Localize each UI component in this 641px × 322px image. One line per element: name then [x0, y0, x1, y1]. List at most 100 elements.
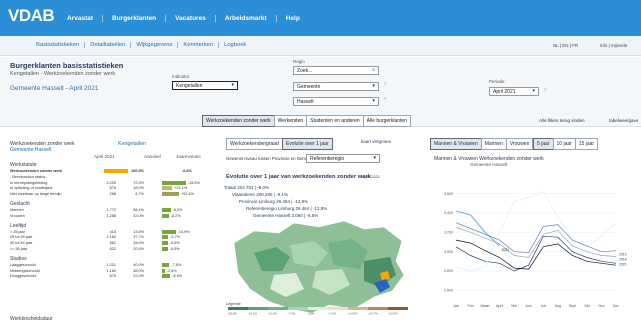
x-tick-label: Juli — [541, 304, 547, 308]
tabelweergave-link[interactable]: tabelweergave — [609, 118, 638, 123]
chevron-down-icon: ▾ — [532, 88, 535, 94]
subnav-detailtabellen[interactable]: Detailtabellen — [85, 42, 132, 48]
x-tick-label: Sept — [569, 304, 576, 308]
group-heading: Werkstatute — [10, 162, 37, 168]
row-value: 1.221 — [106, 262, 116, 267]
group-heading: Werkloosheidsduur — [10, 316, 53, 322]
tab-mannen-vrouwen[interactable]: Mannen & Vrouwen — [430, 138, 482, 150]
row-value: 415 — [109, 229, 116, 234]
regio-search-input[interactable]: Zoek... ⌕ — [293, 66, 379, 75]
subnav-basisstatistieken[interactable]: Basisstatistieken — [31, 42, 86, 48]
tab-5-jaar[interactable]: 5 jaar — [533, 138, 554, 150]
row-value: 1.772 — [106, 208, 116, 212]
chevron-down-icon: ▾ — [372, 83, 375, 89]
table-row[interactable]: Vrouwen 1.288 42,0% -6,2% — [10, 213, 220, 219]
btn-studenten-en-anderen[interactable]: Studenten en anderen — [306, 115, 364, 127]
map-tabs: Werkzoekendengraad Evolutie over 1 jaar — [226, 138, 333, 150]
table-row[interactable]: 40 tot 54 jaar 861 28,0% -5,5% — [10, 241, 220, 246]
row-share: 18,0% — [133, 186, 144, 191]
tab-vrouwen[interactable]: Vrouwen — [505, 138, 534, 150]
regio-name-select[interactable]: Hasselt ▾ — [293, 97, 379, 106]
periode-stepper-icon[interactable]: ⇡ — [543, 88, 547, 94]
period-tabs: 5 jaar 10 jaar 15 jaar — [533, 138, 599, 150]
row-label: < 25 jaar — [10, 229, 25, 234]
legend-label: -15,6% — [268, 312, 277, 316]
row-bar — [162, 247, 168, 251]
nav-item-help[interactable]: Help — [277, 15, 309, 22]
table-row[interactable]: Niet inzetbaar op lange termijn 268 8,7% +5… — [10, 192, 220, 197]
table-row[interactable]: - Beroepsduur status - — [10, 175, 220, 180]
table-row[interactable]: In opleiding of voortraject 576 18,0% +21,1… — [10, 186, 220, 191]
row-bar — [162, 274, 171, 279]
y-tick-label: 3.400 — [444, 211, 453, 215]
row-change: -2,6% — [166, 268, 177, 273]
table-row[interactable]: Mannen 1.772 58,1% -8,3% — [10, 208, 220, 213]
tab-15-jaar[interactable]: 15 jaar — [574, 138, 599, 150]
row-bar — [162, 208, 171, 212]
reset-filters-link[interactable]: Alle filters terug vinden — [539, 118, 585, 123]
regio-name-stepper-icon[interactable]: ⇡ — [383, 97, 387, 103]
table-row[interactable]: Werkzoekenden zonder werk3.060100,0%-6,6… — [10, 169, 220, 174]
kaart-vergroten-link[interactable]: kaart vergroten — [361, 139, 391, 144]
trend-line-chart[interactable]: 2.600 2.800 3.000 3.200 3.400 3.600 Jan Feb Maar… — [430, 178, 641, 320]
info-links[interactable]: info | mijnsele — [600, 43, 627, 48]
row-label: Mannen — [10, 208, 24, 212]
table-kengetallen-label: Kengetallen — [118, 141, 146, 147]
row-label: Vrouwen — [10, 213, 25, 218]
series-label: 2021 — [502, 248, 510, 252]
nav-item-arbeidsmarkt[interactable]: Arbeidsmarkt — [216, 14, 277, 22]
legend-label: +14,0% — [348, 312, 358, 316]
tab-10-jaar[interactable]: 10 jaar — [552, 138, 576, 150]
tab-werkzoekendengraad[interactable]: Werkzoekendengraad — [226, 138, 283, 150]
nav-item-burgerklanten[interactable]: Burgerklanten — [103, 14, 167, 22]
legend-label: 0,0% — [308, 312, 315, 316]
language-switch[interactable]: NL | EN | FR — [553, 43, 578, 48]
subnav-kenmerken[interactable]: Kenmerken — [178, 42, 220, 48]
row-change: -8,3% — [172, 208, 183, 212]
x-tick-label: April — [496, 304, 503, 308]
legend-label: -26,8% — [228, 312, 237, 316]
nav-item-arvastat[interactable]: Arvastat — [58, 14, 104, 22]
row-share: 22,0% — [133, 274, 144, 279]
y-tick-label: 3.000 — [444, 250, 453, 254]
row-label: - Beroepsduur status - — [10, 174, 48, 179]
regio-type-select[interactable]: Gemeente ▾ — [293, 82, 379, 91]
series-end-label: 2019 — [619, 253, 627, 257]
row-bar — [162, 213, 169, 218]
row-share: 28,0% — [133, 241, 144, 246]
table-row[interactable]: 25 tot 39 jaar 1.162 37,7% -5,7% — [10, 235, 220, 240]
table-row[interactable]: < 25 jaar 415 13,6% -14,9% — [10, 229, 220, 235]
row-change: -6,6% — [182, 169, 192, 173]
compare-level-select[interactable]: Referentieregio ▾ — [306, 154, 380, 163]
row-share: 38,0% — [133, 268, 144, 273]
row-change: -5,5% — [169, 241, 180, 246]
regio-type-stepper-icon[interactable]: ⇡ — [383, 82, 387, 88]
table-row[interactable]: Middengeschoold 1.160 38,0% -2,6% — [10, 268, 220, 274]
row-change: +52,4% — [181, 192, 194, 197]
group-heading: Geslacht — [10, 201, 30, 207]
choropleth-map[interactable] — [224, 213, 412, 319]
subnav-logboek[interactable]: Logboek — [219, 42, 251, 48]
btn-werkzoekenden-zonder-werk[interactable]: Werkzoekenden zonder werk — [202, 115, 275, 127]
row-label: Laaggeschoold — [10, 262, 36, 267]
table-row[interactable]: In beroepsbegeleiding 2.205 72,0% -15,5% — [10, 180, 220, 186]
x-tick-label: Juni — [525, 304, 532, 308]
indicator-select[interactable]: Kengetallen ▾ — [172, 81, 238, 90]
subnav-wijkgegevens[interactable]: Wijkgegevens — [131, 42, 179, 48]
vdab-logo[interactable]: VDAB — [8, 6, 55, 30]
tab-evolutie-1-jaar[interactable]: Evolutie over 1 jaar — [281, 138, 333, 150]
series-line-2021 — [455, 210, 501, 247]
series-end-label: 2018 — [619, 258, 627, 262]
gender-tabs: Mannen & Vrouwen Mannen Vrouwen — [430, 138, 534, 150]
table-row[interactable]: Hooggeschoold 679 22,0% -8,5% — [10, 274, 220, 279]
btn-werkenden[interactable]: Werkenden — [273, 115, 308, 127]
btn-alle-burgerklanten[interactable]: Alle burgerklanten — [362, 115, 411, 127]
tab-mannen[interactable]: Mannen — [480, 138, 507, 150]
nav-item-vacatures[interactable]: Vacatures — [166, 14, 216, 22]
periode-select[interactable]: April 2021 ▾ — [489, 87, 539, 96]
col-month-header: April 2021 — [94, 154, 115, 159]
table-row[interactable]: >= 55 jaar 622 20,4% -5,5% — [10, 247, 220, 252]
x-tick-label: Okt — [584, 304, 590, 308]
row-value: 861 — [109, 241, 116, 246]
table-row[interactable]: Laaggeschoold 1.221 40,0% -7,8% — [10, 262, 220, 268]
